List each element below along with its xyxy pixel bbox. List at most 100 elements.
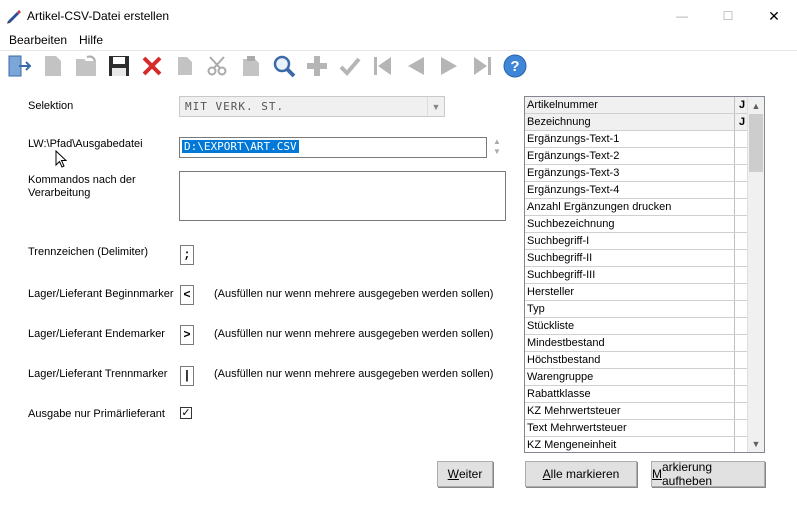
sep-marker-input[interactable]: |	[180, 366, 194, 386]
list-item[interactable]: KZ Mengeneinheit	[525, 437, 749, 452]
scroll-up-icon[interactable]: ▲	[748, 97, 764, 114]
paste-icon[interactable]	[237, 52, 265, 80]
sep-marker-label: Lager/Lieferant Trennmarker	[28, 368, 168, 380]
field-name: Suchbegriff-II	[527, 252, 593, 264]
new-document-icon[interactable]	[39, 52, 67, 80]
scroll-down-icon[interactable]: ▼	[748, 435, 764, 452]
output-path-input[interactable]: D:\EXPORT\ART.CSV	[179, 137, 487, 158]
vertical-scrollbar[interactable]: ▲ ▼	[747, 97, 764, 452]
deselect-all-button[interactable]: Markierung aufheben	[651, 460, 765, 488]
exit-icon[interactable]	[6, 52, 34, 80]
list-item[interactable]: Ergänzungs-Text-2	[525, 148, 749, 165]
path-label: LW:\Pfad\Ausgabedatei	[28, 138, 143, 150]
maximize-icon: ☐	[722, 9, 734, 23]
field-name: Suchbegriff-I	[527, 235, 590, 247]
field-list[interactable]: Artikelnummer J Bezeichnung J Ergänzungs-Tex…	[524, 96, 765, 453]
window-title: Artikel-CSV-Datei erstellen	[27, 9, 170, 23]
selektion-label: Selektion	[28, 100, 74, 112]
list-item[interactable]: Mindestbestand	[525, 335, 749, 352]
svg-text:?: ?	[510, 58, 519, 75]
commands-textarea[interactable]	[179, 171, 506, 221]
field-name: Rabattklasse	[527, 388, 591, 400]
list-item[interactable]: Ergänzungs-Text-4	[525, 182, 749, 199]
end-marker-label: Lager/Lieferant Endemarker	[28, 328, 165, 340]
list-item[interactable]: Artikelnummer J	[525, 97, 749, 114]
path-spinner[interactable]: ▲ ▼	[489, 137, 505, 158]
list-item[interactable]: Warengruppe	[525, 369, 749, 386]
minimize-button[interactable]: —	[659, 0, 705, 32]
scroll-thumb[interactable]	[749, 114, 763, 172]
field-name: Suchbegriff-III	[527, 269, 596, 281]
last-record-icon[interactable]	[468, 52, 496, 80]
list-item[interactable]: KZ Mehrwertsteuer	[525, 403, 749, 420]
end-marker-input[interactable]: >	[180, 325, 194, 345]
save-icon[interactable]	[105, 52, 133, 80]
list-item[interactable]: Rabattklasse	[525, 386, 749, 403]
field-name: Stückliste	[527, 320, 575, 332]
weiter-button[interactable]: Weiter	[437, 461, 493, 487]
sep-marker-hint: (Ausfüllen nur wenn mehrere ausgegeben w…	[214, 368, 494, 380]
menu-bearbeiten[interactable]: Bearbeiten	[9, 33, 67, 47]
list-item[interactable]: Bezeichnung J	[525, 114, 749, 131]
field-name: Text Mehrwertsteuer	[527, 422, 627, 434]
next-record-icon[interactable]	[435, 52, 463, 80]
field-name: Ergänzungs-Text-3	[527, 167, 620, 179]
field-name: Ergänzungs-Text-2	[527, 150, 620, 162]
menu-bar	[0, 32, 797, 50]
checkmark-icon: ✓	[181, 407, 191, 419]
field-name: Hersteller	[527, 286, 575, 298]
primary-supplier-checkbox[interactable]: ✓	[180, 407, 192, 419]
begin-marker-input[interactable]: <	[180, 285, 194, 305]
help-icon[interactable]: ?	[501, 52, 529, 80]
list-item[interactable]: Stückliste	[525, 318, 749, 335]
field-name: Artikelnummer	[527, 99, 598, 111]
field-name: KZ Mehrwertsteuer	[527, 405, 621, 417]
field-name: Typ	[527, 303, 545, 315]
previous-record-icon[interactable]	[402, 52, 430, 80]
list-item[interactable]: Suchbegriff-II	[525, 250, 749, 267]
list-item[interactable]: Ergänzungs-Text-3	[525, 165, 749, 182]
begin-marker-hint: (Ausfüllen nur wenn mehrere ausgegeben w…	[214, 288, 494, 300]
chevron-down-icon[interactable]: ▼	[427, 97, 444, 116]
field-name: Anzahl Ergänzungen drucken	[527, 201, 672, 213]
search-icon[interactable]	[270, 52, 298, 80]
field-name: Suchbezeichnung	[527, 218, 615, 230]
copy-icon[interactable]	[171, 52, 199, 80]
commands-label: Kommandos nach der Verarbeitung	[28, 174, 136, 199]
list-item[interactable]: Hersteller	[525, 284, 749, 301]
minimize-icon: —	[676, 9, 688, 23]
field-name: Bezeichnung	[527, 116, 591, 128]
maximize-button[interactable]: ☐	[705, 0, 751, 32]
selektion-combo[interactable]: MIT VERK. ST. ▼	[179, 96, 445, 117]
open-document-icon[interactable]	[72, 52, 100, 80]
list-item[interactable]: Suchbezeichnung	[525, 216, 749, 233]
mouse-cursor-icon	[55, 150, 67, 168]
first-record-icon[interactable]	[369, 52, 397, 80]
list-item[interactable]: Ergänzungs-Text-1	[525, 131, 749, 148]
list-item[interactable]: Suchbegriff-III	[525, 267, 749, 284]
app-icon	[7, 10, 21, 24]
list-item[interactable]: Text Mehrwertsteuer	[525, 420, 749, 437]
select-all-button[interactable]: Alle markieren	[525, 461, 637, 487]
delimiter-label: Trennzeichen (Delimiter)	[28, 246, 149, 258]
list-item[interactable]: Höchstbestand	[525, 352, 749, 369]
list-item[interactable]: Typ	[525, 301, 749, 318]
list-item[interactable]: Anzahl Ergänzungen drucken	[525, 199, 749, 216]
add-icon[interactable]	[303, 52, 331, 80]
end-marker-hint: (Ausfüllen nur wenn mehrere ausgegeben w…	[214, 328, 494, 340]
field-name: Ergänzungs-Text-4	[527, 184, 620, 196]
close-button[interactable]: ✕	[751, 0, 797, 32]
menu-hilfe[interactable]: Hilfe	[79, 33, 103, 47]
field-name: KZ Mengeneinheit	[527, 439, 617, 451]
cut-icon[interactable]	[204, 52, 232, 80]
close-icon: ✕	[768, 7, 780, 24]
list-item[interactable]: Suchbegriff-I	[525, 233, 749, 250]
field-name: Höchstbestand	[527, 354, 601, 366]
confirm-icon[interactable]	[336, 52, 364, 80]
field-name: Mindestbestand	[527, 337, 605, 349]
primary-supplier-label: Ausgabe nur Primärlieferant	[28, 408, 165, 420]
output-path-value: D:\EXPORT\ART.CSV	[182, 140, 299, 153]
delimiter-input[interactable]: ;	[180, 245, 194, 265]
selektion-value: MIT VERK. ST.	[185, 100, 285, 113]
delete-icon[interactable]	[138, 52, 166, 80]
